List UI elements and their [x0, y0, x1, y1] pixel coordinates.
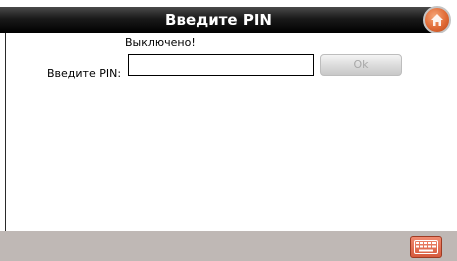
home-button[interactable] — [423, 6, 451, 34]
status-text: Выключено! — [125, 36, 196, 49]
keyboard-icon — [414, 240, 438, 254]
pin-input[interactable] — [128, 54, 314, 76]
home-icon — [431, 14, 443, 26]
keyboard-button[interactable] — [410, 236, 442, 258]
window-title: Введите PIN — [165, 11, 272, 29]
pin-field-label: Введите PIN: — [47, 67, 122, 80]
bottom-bar — [0, 231, 457, 261]
title-bar: Введите PIN — [0, 0, 457, 34]
ok-button[interactable]: Ok — [320, 54, 402, 76]
